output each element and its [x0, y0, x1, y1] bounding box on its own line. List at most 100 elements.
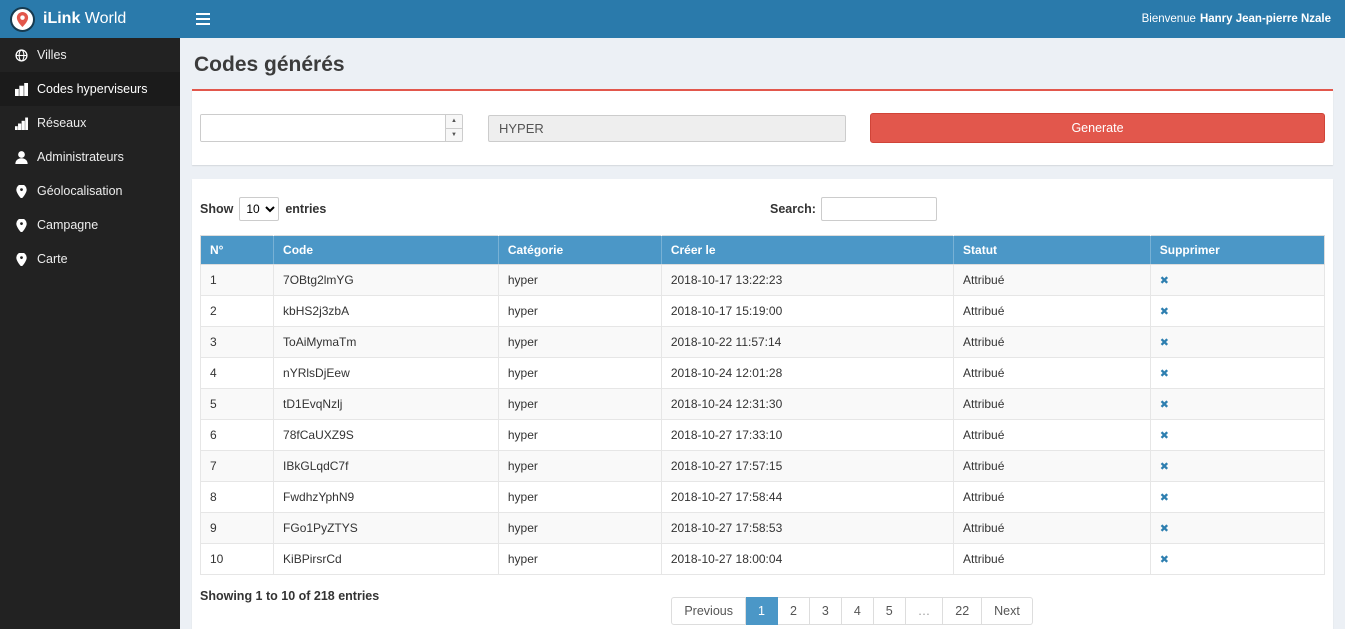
- cell-status: Attribué: [954, 265, 1151, 296]
- cell-status: Attribué: [954, 327, 1151, 358]
- sidebar-item-label: Villes: [37, 48, 67, 62]
- page-title: Codes générés: [194, 53, 1331, 77]
- cell-number: 9: [201, 513, 274, 544]
- sidebar-item-label: Carte: [37, 252, 68, 266]
- sidebar-item-campagne[interactable]: Campagne: [0, 208, 180, 242]
- entries-info: Showing 1 to 10 of 218 entries: [200, 589, 379, 603]
- cell-created: 2018-10-27 17:33:10: [661, 420, 953, 451]
- sidebar-item-villes[interactable]: Villes: [0, 38, 180, 72]
- column-header[interactable]: Statut: [954, 236, 1151, 265]
- table-row: 8FwdhzYphN9hyper2018-10-27 17:58:44Attri…: [201, 482, 1325, 513]
- sidebar-item-r-seaux[interactable]: Réseaux: [0, 106, 180, 140]
- column-header[interactable]: Supprimer: [1150, 236, 1324, 265]
- pagination-page-4[interactable]: 4: [842, 597, 874, 625]
- cell-number: 8: [201, 482, 274, 513]
- search-input[interactable]: [821, 197, 937, 221]
- cell-delete: ✖: [1150, 265, 1324, 296]
- show-label: Show: [200, 202, 233, 216]
- cell-delete: ✖: [1150, 420, 1324, 451]
- cell-status: Attribué: [954, 513, 1151, 544]
- map-marker-icon: [14, 252, 28, 266]
- delete-icon[interactable]: ✖: [1160, 430, 1169, 442]
- delete-icon[interactable]: ✖: [1160, 523, 1169, 535]
- sidebar: Villes Codes hyperviseurs Réseaux Administr…: [0, 38, 180, 629]
- search-control: Search:: [770, 197, 937, 221]
- brand-title-regular: World: [85, 10, 127, 27]
- cell-code: tD1EvqNzlj: [274, 389, 499, 420]
- pagination-page-22[interactable]: 22: [943, 597, 982, 625]
- sidebar-item-g-olocalisation[interactable]: Géolocalisation: [0, 174, 180, 208]
- cell-number: 6: [201, 420, 274, 451]
- cell-code: nYRlsDjEew: [274, 358, 499, 389]
- cell-status: Attribué: [954, 358, 1151, 389]
- delete-icon[interactable]: ✖: [1160, 461, 1169, 473]
- table-controls: Show 10 entries Search:: [200, 189, 1325, 235]
- cell-status: Attribué: [954, 420, 1151, 451]
- page-length-control: Show 10 entries: [200, 197, 326, 221]
- quantity-input[interactable]: [201, 115, 445, 141]
- sidebar-item-carte[interactable]: Carte: [0, 242, 180, 276]
- column-header[interactable]: Catégorie: [498, 236, 661, 265]
- brand-logo-area[interactable]: iLink World: [0, 0, 180, 38]
- cell-delete: ✖: [1150, 513, 1324, 544]
- table-row: 10KiBPirsrCdhyper2018-10-27 18:00:04Attr…: [201, 544, 1325, 575]
- table-row: 678fCaUXZ9Shyper2018-10-27 17:33:10Attri…: [201, 420, 1325, 451]
- pagination-page-1[interactable]: 1: [746, 597, 778, 625]
- table-header-row: N°CodeCatégorieCréer leStatutSupprimer: [201, 236, 1325, 265]
- generate-button[interactable]: Generate: [870, 113, 1325, 143]
- brand-title: iLink World: [43, 10, 126, 28]
- pagination-page-2[interactable]: 2: [778, 597, 810, 625]
- sidebar-item-codes-hyperviseurs[interactable]: Codes hyperviseurs: [0, 72, 180, 106]
- table-row: 9FGo1PyZTYShyper2018-10-27 17:58:53Attri…: [201, 513, 1325, 544]
- sidebar-menu: Villes Codes hyperviseurs Réseaux Administr…: [0, 38, 180, 276]
- table-row: 2kbHS2j3zbAhyper2018-10-17 15:19:00Attri…: [201, 296, 1325, 327]
- cell-delete: ✖: [1150, 389, 1324, 420]
- map-marker-icon: [14, 218, 28, 232]
- table-row: 3ToAiMymaTmhyper2018-10-22 11:57:14Attri…: [201, 327, 1325, 358]
- stepper-down-icon[interactable]: ▼: [446, 129, 462, 142]
- column-header[interactable]: Code: [274, 236, 499, 265]
- cell-code: ToAiMymaTm: [274, 327, 499, 358]
- pagination-page-5[interactable]: 5: [874, 597, 906, 625]
- cell-delete: ✖: [1150, 451, 1324, 482]
- cell-created: 2018-10-27 18:00:04: [661, 544, 953, 575]
- delete-icon[interactable]: ✖: [1160, 554, 1169, 566]
- delete-icon[interactable]: ✖: [1160, 399, 1169, 411]
- cell-number: 10: [201, 544, 274, 575]
- delete-icon[interactable]: ✖: [1160, 337, 1169, 349]
- column-header[interactable]: Créer le: [661, 236, 953, 265]
- delete-icon[interactable]: ✖: [1160, 306, 1169, 318]
- cell-category: hyper: [498, 420, 661, 451]
- page-length-select[interactable]: 10: [239, 197, 279, 221]
- table-row: 5tD1EvqNzljhyper2018-10-24 12:31:30Attri…: [201, 389, 1325, 420]
- column-header[interactable]: N°: [201, 236, 274, 265]
- cell-number: 5: [201, 389, 274, 420]
- user-menu[interactable]: Bienvenue Hanry Jean-pierre Nzale: [1142, 0, 1345, 38]
- pagination-ellipsis: …: [906, 597, 944, 625]
- sidebar-item-administrateurs[interactable]: Administrateurs: [0, 140, 180, 174]
- hamburger-icon[interactable]: [180, 0, 226, 38]
- table-footer: Showing 1 to 10 of 218 entries Previous1…: [200, 575, 1325, 625]
- category-field: [488, 115, 846, 142]
- cell-code: KiBPirsrCd: [274, 544, 499, 575]
- stepper-up-icon[interactable]: ▲: [446, 115, 462, 129]
- cell-status: Attribué: [954, 296, 1151, 327]
- delete-icon[interactable]: ✖: [1160, 275, 1169, 287]
- pagination-previous[interactable]: Previous: [671, 597, 746, 625]
- delete-icon[interactable]: ✖: [1160, 368, 1169, 380]
- pagination-next[interactable]: Next: [982, 597, 1033, 625]
- sidebar-item-label: Réseaux: [37, 116, 86, 130]
- welcome-label: Bienvenue: [1142, 13, 1196, 25]
- cell-created: 2018-10-17 13:22:23: [661, 265, 953, 296]
- cell-delete: ✖: [1150, 544, 1324, 575]
- cell-delete: ✖: [1150, 296, 1324, 327]
- cell-category: hyper: [498, 389, 661, 420]
- cell-created: 2018-10-24 12:01:28: [661, 358, 953, 389]
- cell-number: 1: [201, 265, 274, 296]
- delete-icon[interactable]: ✖: [1160, 492, 1169, 504]
- main-content: Codes générés ▲ ▼ Generate Show: [180, 38, 1345, 629]
- cell-category: hyper: [498, 327, 661, 358]
- cell-category: hyper: [498, 482, 661, 513]
- pagination-page-3[interactable]: 3: [810, 597, 842, 625]
- sidebar-item-label: Campagne: [37, 218, 98, 232]
